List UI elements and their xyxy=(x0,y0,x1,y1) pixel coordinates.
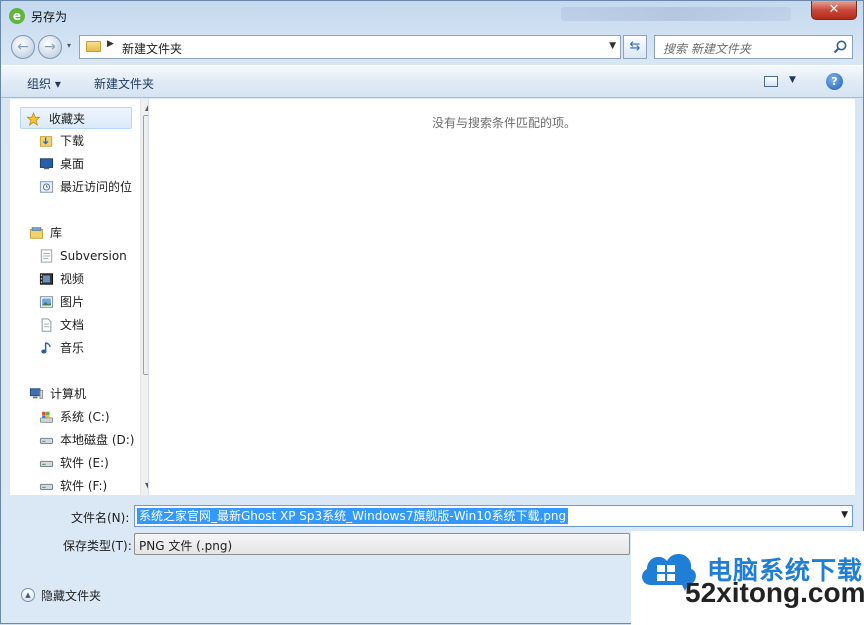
sidebar-item-label: 计算机 xyxy=(50,387,87,401)
title-bar: e 另存为 ✕ xyxy=(1,1,863,31)
sidebar-item-label: 软件 (E:) xyxy=(60,456,109,470)
file-list-pane[interactable]: 没有与搜索条件匹配的项。 xyxy=(149,99,855,495)
document-icon xyxy=(41,318,52,332)
video-icon xyxy=(39,273,54,285)
empty-results-message: 没有与搜索条件匹配的项。 xyxy=(432,116,577,130)
window-title: 另存为 xyxy=(31,10,68,24)
star-icon xyxy=(26,112,41,126)
filename-selected-text[interactable]: 系统之家官网_最新Ghost XP Sp3系统_Windows7旗舰版-Win1… xyxy=(137,508,569,524)
chevron-up-icon: ▲ xyxy=(21,588,35,602)
sidebar-item-label: 下载 xyxy=(60,134,85,148)
search-icon[interactable] xyxy=(832,39,848,55)
filename-label: 文件名(N): xyxy=(71,511,130,525)
sidebar-item-label: 最近访问的位 xyxy=(60,180,133,194)
sidebar-item-label: 库 xyxy=(50,226,63,240)
filetype-label: 保存类型(T): xyxy=(63,539,132,553)
drive-icon xyxy=(39,460,54,467)
sidebar-scrollbar[interactable]: ▲ ≡ ▼ xyxy=(140,99,148,495)
refresh-icon: ⇆ xyxy=(629,39,641,54)
download-folder-icon xyxy=(39,136,53,147)
new-folder-button[interactable]: 新建文件夹 xyxy=(94,75,154,92)
library-icon xyxy=(29,227,44,239)
navigation-bar: ← → ▾ ▶ 新建文件夹 ▼ ⇆ 搜索 新建文件夹 xyxy=(1,31,863,63)
back-arrow-icon: ← xyxy=(17,39,29,55)
sidebar-item-label: 系统 (C:) xyxy=(60,410,110,424)
breadcrumb-arrow-icon[interactable]: ▶ xyxy=(107,39,114,49)
sidebar-item-favorites[interactable]: 收藏夹 xyxy=(20,107,132,129)
computer-icon xyxy=(29,388,44,399)
change-view-icon[interactable] xyxy=(764,76,778,87)
sidebar-item-label: 收藏夹 xyxy=(49,112,86,126)
forward-arrow-icon: → xyxy=(44,39,56,55)
sidebar-item-label: Subversion xyxy=(60,249,127,263)
search-input[interactable]: 搜索 新建文件夹 xyxy=(654,35,853,59)
sidebar-item-label: 视频 xyxy=(60,272,85,286)
recent-places-icon xyxy=(39,181,54,193)
back-button[interactable]: ← xyxy=(11,35,35,59)
system-drive-icon xyxy=(39,411,54,423)
hide-folders-label: 隐藏文件夹 xyxy=(41,589,102,603)
desktop-icon xyxy=(39,158,54,170)
recent-pages-dropdown[interactable]: ▾ xyxy=(67,41,71,50)
refresh-button[interactable]: ⇆ xyxy=(623,35,647,59)
address-bar[interactable]: ▶ 新建文件夹 ▼ xyxy=(79,35,621,59)
sidebar-item-label: 音乐 xyxy=(60,341,85,355)
filetype-value: PNG 文件 (.png) xyxy=(139,539,233,553)
breadcrumb-current[interactable]: 新建文件夹 xyxy=(122,40,182,57)
filetype-select[interactable]: PNG 文件 (.png) xyxy=(134,533,630,555)
sidebar-item-label: 桌面 xyxy=(60,157,85,171)
view-options-dropdown[interactable]: ▼ xyxy=(789,75,796,85)
music-icon xyxy=(41,342,51,354)
blurred-background-text xyxy=(561,7,791,21)
sidebar-item-label: 文档 xyxy=(60,318,85,332)
drive-icon xyxy=(39,437,54,444)
picture-icon xyxy=(39,296,54,308)
drive-icon xyxy=(39,483,54,490)
help-icon[interactable]: ? xyxy=(826,73,843,90)
watermark-domain: 52xitong.com xyxy=(685,577,864,608)
library-doc-icon xyxy=(40,249,53,263)
folder-icon xyxy=(86,41,101,52)
search-placeholder: 搜索 新建文件夹 xyxy=(663,42,751,56)
sidebar-item-label: 本地磁盘 (D:) xyxy=(60,433,135,447)
browser-app-icon: e xyxy=(9,8,25,24)
filename-dropdown-icon[interactable]: ▼ xyxy=(841,510,848,520)
navigation-pane: 收藏夹 下载 桌面 最近访问的位 库 Subversion 视频 图片 文档 音… xyxy=(10,99,149,495)
sidebar-item-label: 软件 (F:) xyxy=(60,479,108,493)
organize-menu[interactable]: 组织 ▾ xyxy=(27,75,61,92)
command-toolbar: 组织 ▾ 新建文件夹 ▼ ? xyxy=(1,65,863,98)
sidebar-item-label: 图片 xyxy=(60,295,85,309)
address-dropdown-icon[interactable]: ▼ xyxy=(609,41,616,51)
close-button[interactable]: ✕ xyxy=(811,1,857,20)
save-as-dialog: e 另存为 ✕ ← → ▾ ▶ 新建文件夹 ▼ ⇆ 搜索 新建文件夹 组织 ▾ … xyxy=(0,0,864,625)
site-watermark: 电脑系统下载 52xitong.com xyxy=(631,531,864,625)
filename-input[interactable]: 系统之家官网_最新Ghost XP Sp3系统_Windows7旗舰版-Win1… xyxy=(134,505,853,527)
forward-button[interactable]: → xyxy=(38,35,62,59)
